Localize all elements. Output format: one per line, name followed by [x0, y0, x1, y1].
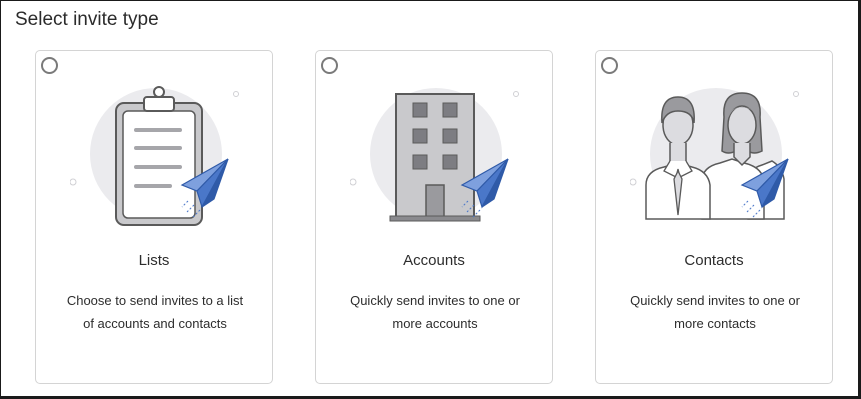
invite-type-panel: Select invite type Lists Choose to send …: [0, 0, 861, 399]
building-icon: [350, 88, 519, 222]
page-title: Select invite type: [15, 9, 159, 30]
radio-lists[interactable]: [41, 57, 58, 74]
radio-contacts[interactable]: [601, 57, 618, 74]
card-title-contacts: Contacts: [684, 252, 744, 269]
invite-type-card-contacts[interactable]: Contacts Quickly send invites to one or …: [595, 50, 833, 384]
invite-type-card-lists[interactable]: Lists Choose to send invites to a list o…: [35, 50, 273, 384]
card-description-accounts: Quickly send invites to one or more acco…: [350, 293, 520, 331]
card-description-lists: Choose to send invites to a list of acco…: [66, 293, 244, 331]
card-description-contacts: Quickly send invites to one or more cont…: [630, 293, 800, 331]
people-icon: [630, 88, 799, 220]
card-title-accounts: Accounts: [403, 252, 465, 269]
invite-type-card-accounts[interactable]: Accounts Quickly send invites to one or …: [315, 50, 553, 384]
card-title-lists: Lists: [138, 252, 170, 269]
radio-accounts[interactable]: [321, 57, 338, 74]
clipboard-icon: [70, 86, 239, 226]
